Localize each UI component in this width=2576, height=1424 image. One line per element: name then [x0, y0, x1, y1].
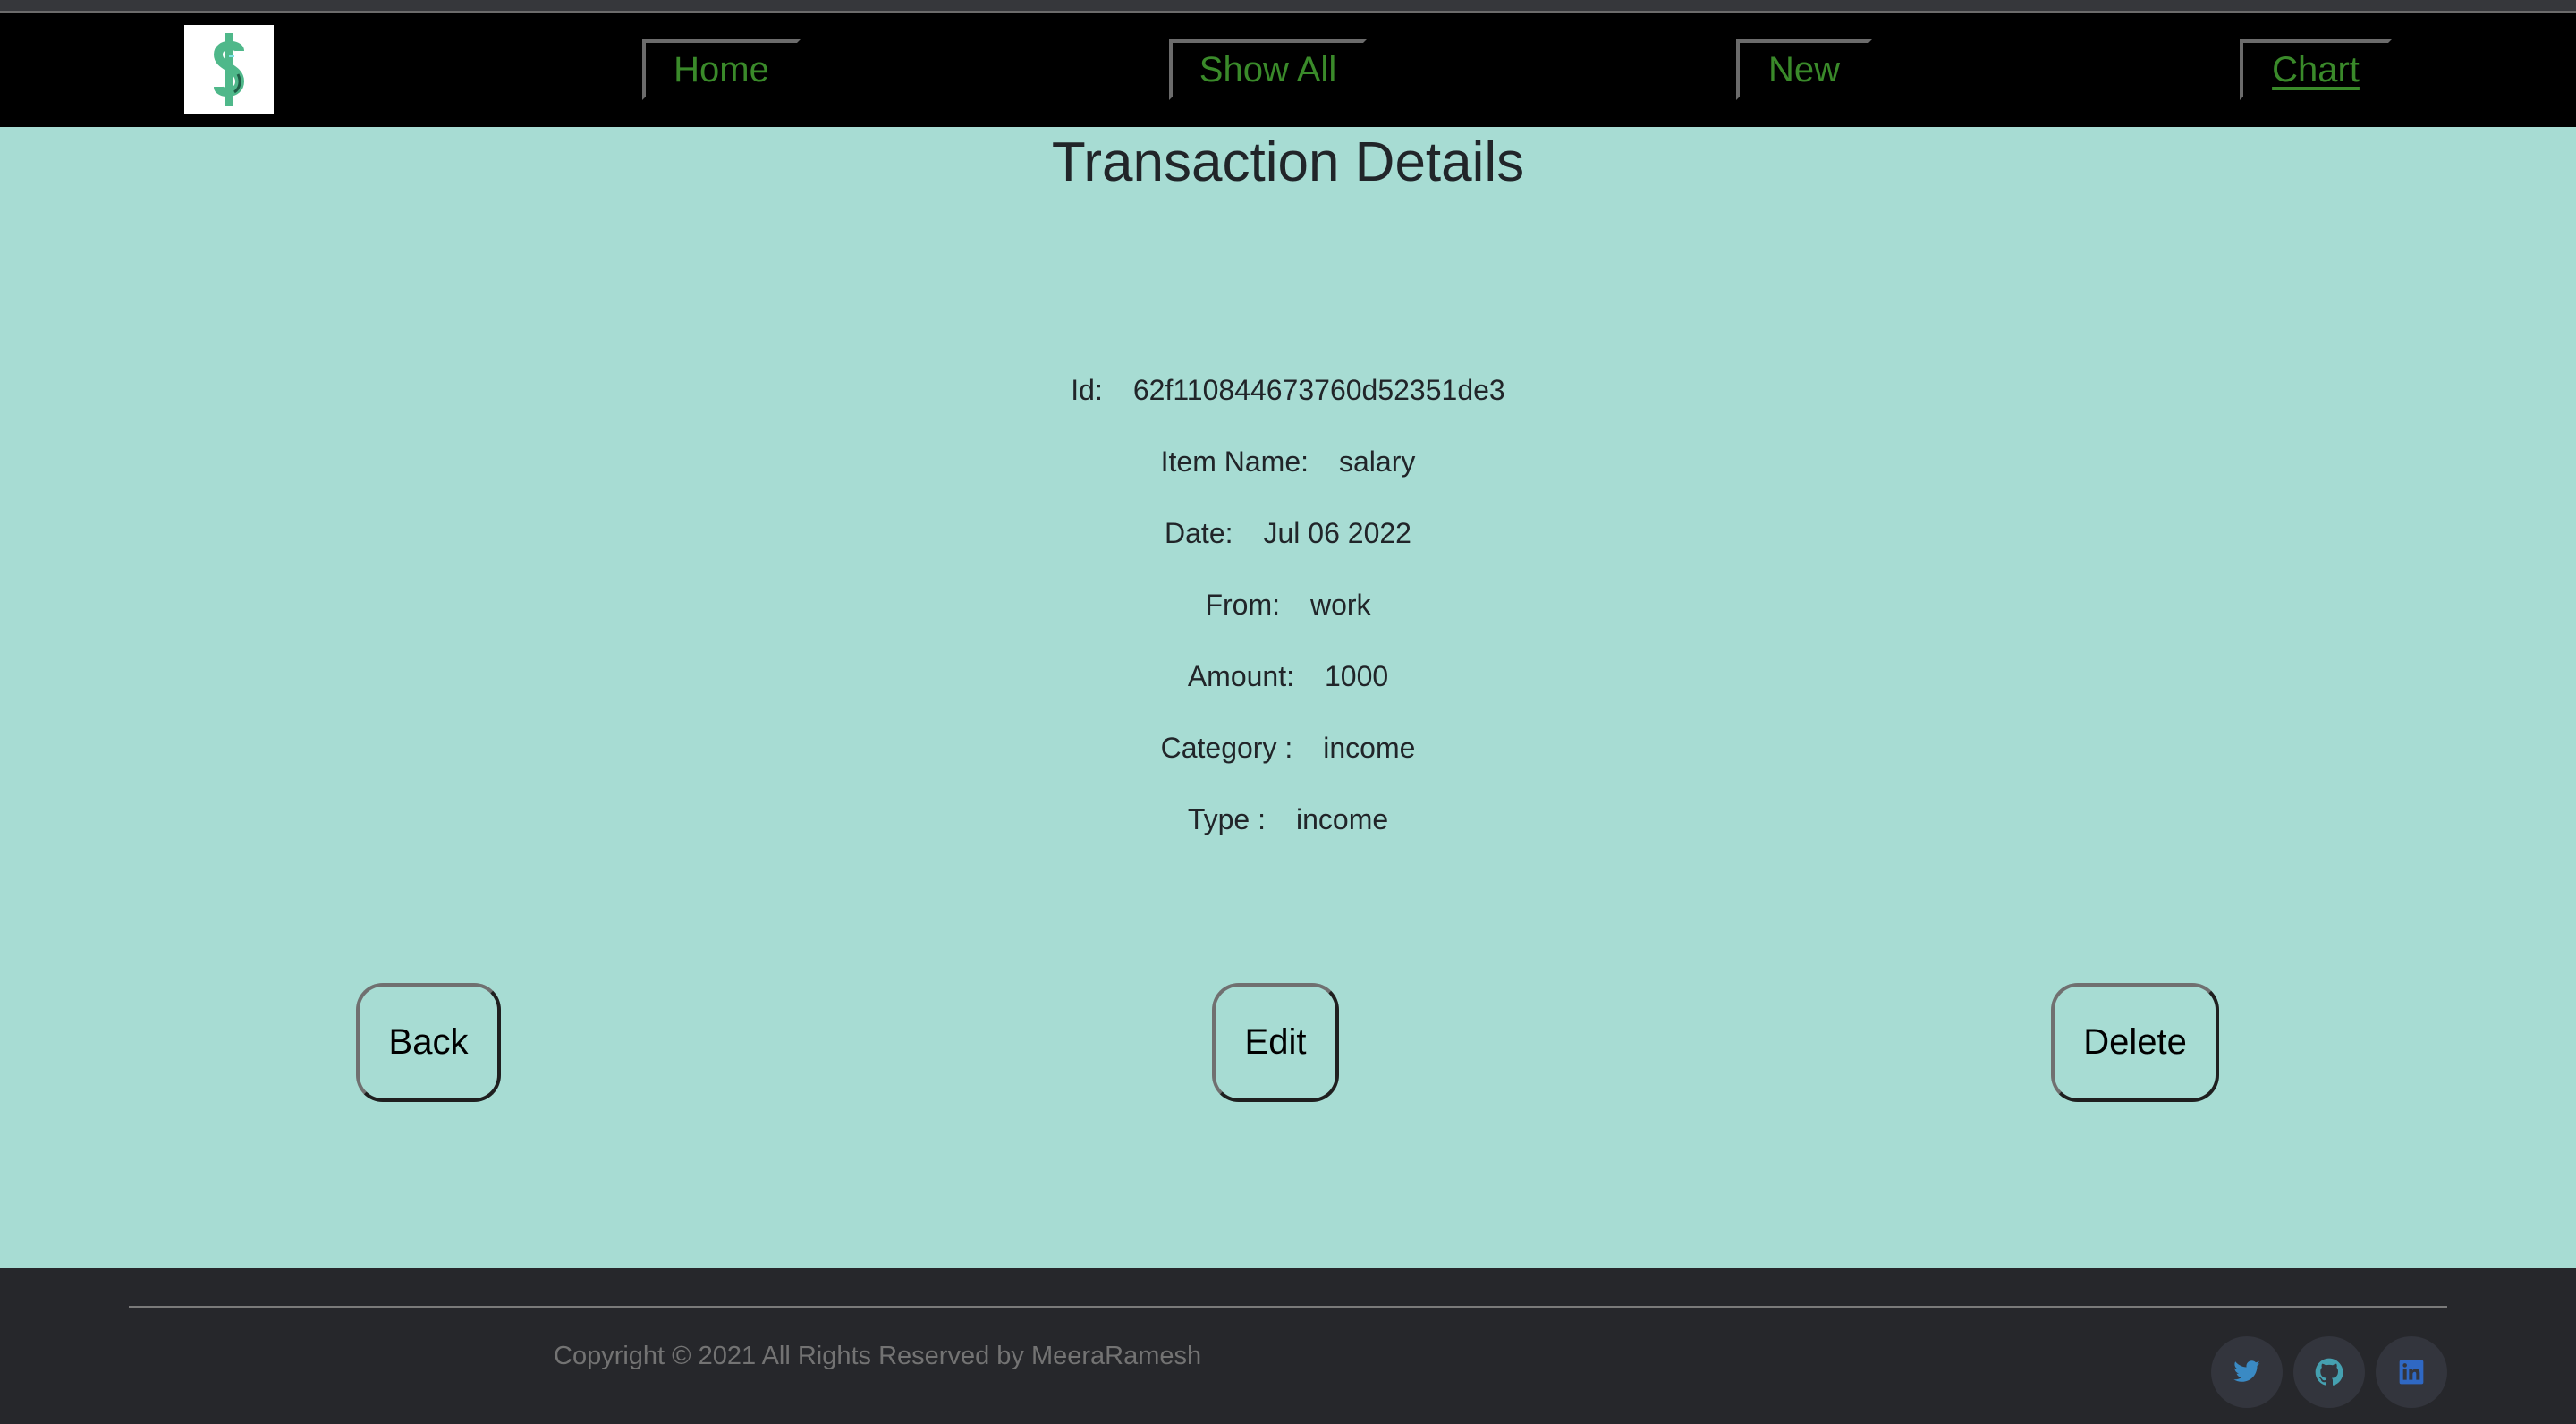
browser-top-strip — [0, 0, 2576, 11]
detail-label: Category : — [1160, 732, 1293, 764]
copyright-text: Copyright © 2021 All Rights Reserved by … — [554, 1342, 1202, 1370]
detail-amount: Amount: 1000 — [0, 655, 2576, 726]
navbar: Home Show All New Chart — [0, 13, 2576, 127]
twitter-link[interactable] — [2211, 1336, 2283, 1408]
nav-show-all[interactable]: Show All — [1169, 39, 1367, 100]
detail-value: 62f110844673760d52351de3 — [1132, 374, 1505, 406]
nav-home[interactable]: Home — [642, 39, 801, 100]
detail-value: salary — [1339, 445, 1416, 478]
detail-label: Type : — [1187, 803, 1266, 835]
edit-button[interactable]: Edit — [1212, 983, 1339, 1102]
detail-label: Item Name: — [1160, 445, 1309, 478]
nav-new[interactable]: New — [1736, 39, 1872, 100]
detail-label: Amount: — [1187, 660, 1294, 692]
detail-value: Jul 06 2022 — [1263, 517, 1411, 549]
detail-value: work — [1309, 589, 1371, 621]
logo[interactable] — [184, 25, 274, 114]
detail-type: Type : income — [0, 798, 2576, 869]
detail-value: 1000 — [1324, 660, 1389, 692]
footer-divider — [129, 1306, 2447, 1308]
linkedin-link[interactable] — [2376, 1336, 2447, 1408]
back-button[interactable]: Back — [356, 983, 501, 1102]
dollar-sign-icon — [213, 33, 245, 106]
footer: Copyright © 2021 All Rights Reserved by … — [0, 1268, 2576, 1424]
delete-button[interactable]: Delete — [2051, 983, 2219, 1102]
detail-label: Date: — [1165, 517, 1233, 549]
nav-chart[interactable]: Chart — [2240, 39, 2392, 100]
detail-id: Id: 62f110844673760d52351de3 — [0, 369, 2576, 440]
github-icon — [2315, 1358, 2343, 1386]
detail-from: From: work — [0, 583, 2576, 655]
github-link[interactable] — [2293, 1336, 2365, 1408]
page-title: Transaction Details — [1051, 131, 1525, 193]
transaction-details: Id: 62f110844673760d52351de3 Item Name: … — [0, 369, 2576, 869]
detail-label: Id: — [1071, 374, 1103, 406]
detail-date: Date: Jul 06 2022 — [0, 512, 2576, 583]
linkedin-icon — [2399, 1360, 2424, 1385]
detail-label: From: — [1205, 589, 1280, 621]
detail-value: income — [1323, 732, 1416, 764]
twitter-icon — [2233, 1360, 2260, 1382]
detail-value: income — [1296, 803, 1389, 835]
detail-category: Category : income — [0, 726, 2576, 798]
detail-item-name: Item Name: salary — [0, 440, 2576, 512]
